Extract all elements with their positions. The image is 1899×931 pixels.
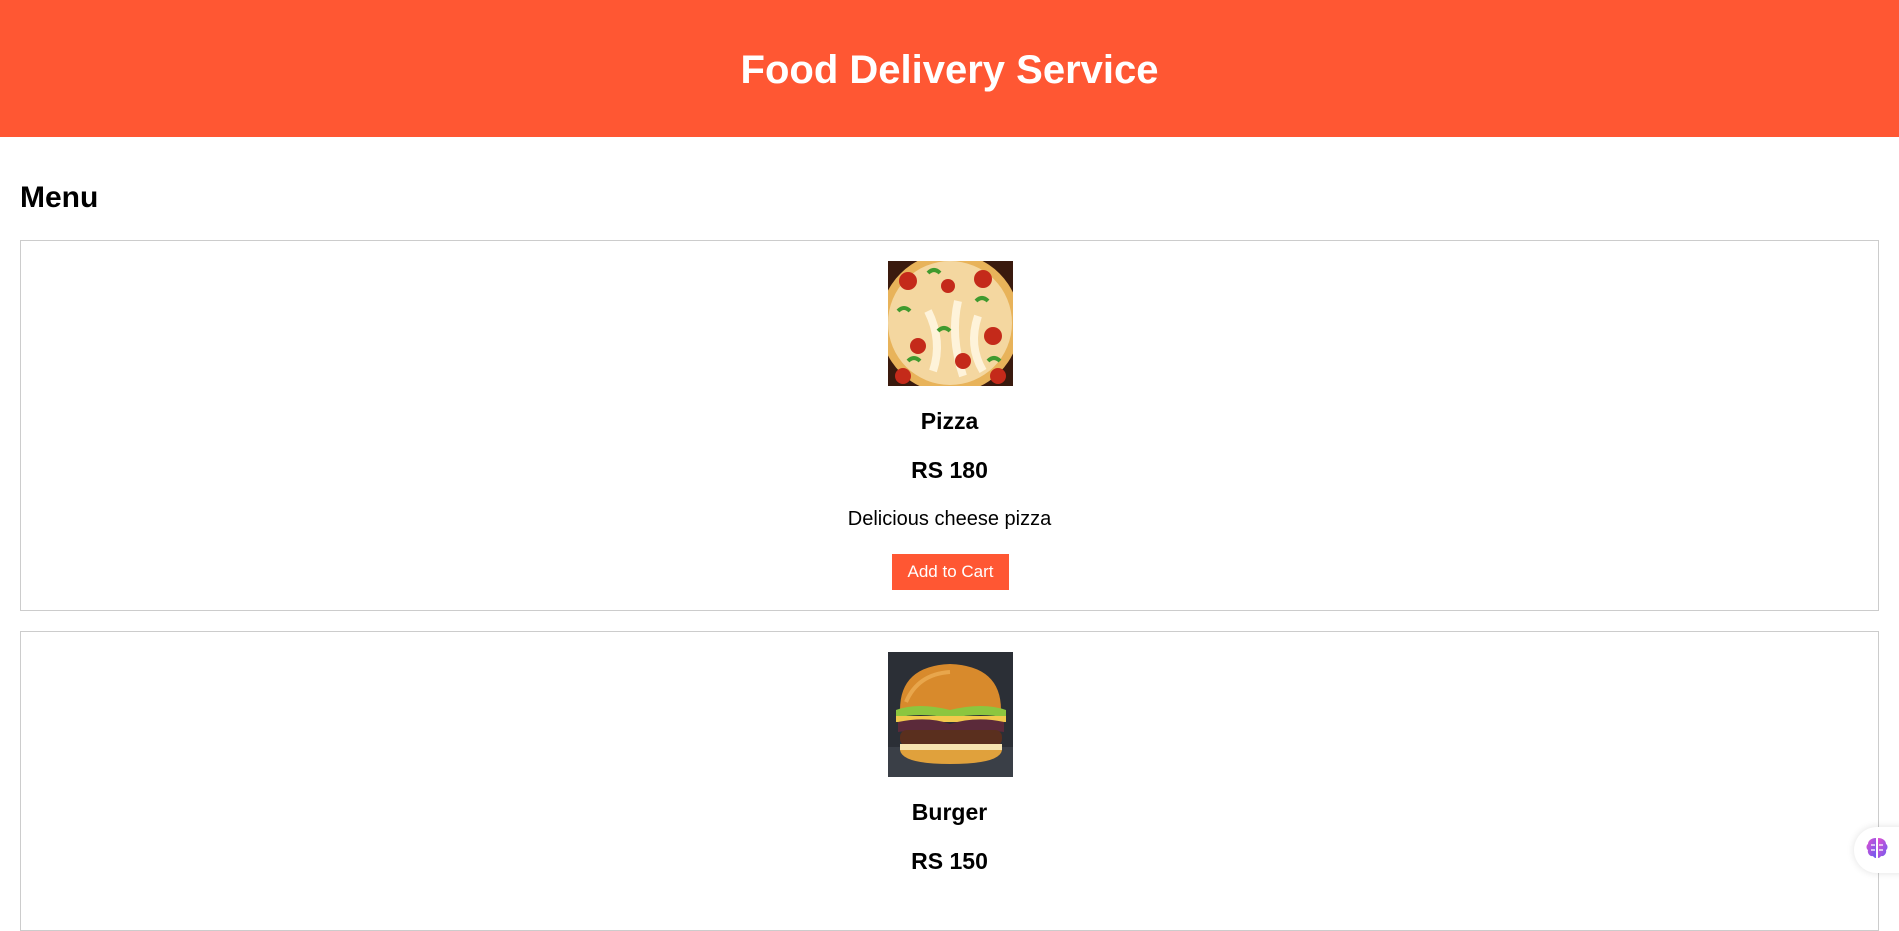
assistant-button[interactable] (1854, 827, 1899, 873)
site-header: Food Delivery Service (0, 0, 1899, 137)
menu-item-card-burger: Burger RS 150 (20, 631, 1879, 931)
item-price: RS 180 (911, 457, 988, 483)
menu-heading: Menu (20, 181, 99, 214)
menu-item-card-pizza: Pizza RS 180 Delicious cheese pizza Add … (20, 240, 1879, 611)
burger-image (888, 652, 1013, 777)
item-name: Pizza (920, 408, 979, 434)
pizza-image (888, 261, 1013, 386)
item-price: RS 150 (911, 848, 988, 874)
item-description: Delicious cheese pizza (847, 508, 1052, 530)
brain-icon (1864, 835, 1890, 866)
page-title: Food Delivery Service (740, 47, 1159, 92)
add-to-cart-button[interactable]: Add to Cart (892, 554, 1009, 590)
item-name: Burger (911, 799, 988, 825)
